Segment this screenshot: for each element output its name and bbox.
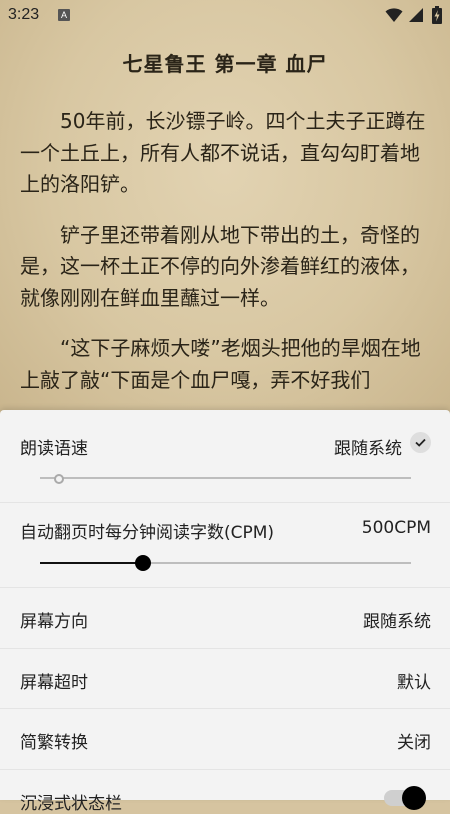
paragraph: “这下子麻烦大喽”老烟头把他的旱烟在地上敲了敲“下面是个血尸嘎，弄不好我们 [20,336,421,392]
auto-page-cpm-setting: 自动翻页时每分钟阅读字数(CPM) 500CPM [0,502,450,588]
immersive-status-toggle-thumb[interactable] [402,786,426,810]
chapter-content: 50年前，长沙镖子岭。四个土夫子正蹲在一个土丘上，所有人都不说话，直勾勾盯着地上… [20,106,436,415]
orientation-label: 屏幕方向 [20,612,88,632]
screen-timeout-setting[interactable]: 屏幕超时 默认 [0,648,450,709]
battery-icon [432,6,442,24]
cpm-slider-thumb[interactable] [135,555,151,571]
auto-page-cpm-value: 500CPM [361,518,431,538]
speech-rate-value[interactable]: 跟随系统 [334,434,402,459]
auto-page-cpm-label: 自动翻页时每分钟阅读字数(CPM) [20,523,275,543]
speech-rate-label: 朗读语速 [20,439,88,459]
chapter-title: 七星鲁王 第一章 血尸 [122,52,328,76]
speech-rate-slider-thumb[interactable] [54,474,64,484]
conversion-setting[interactable]: 简繁转换 关闭 [0,708,450,770]
paragraph: 铲子里还带着刚从地下带出的土，奇怪的是，这一杯土正不停的向外渗着鲜红的液体，就像… [20,222,420,310]
conversion-label: 简繁转换 [20,733,88,753]
status-time: 3:23 [8,6,40,23]
paragraph: 50年前，长沙镖子岭。四个土夫子正蹲在一个土丘上，所有人都不说话，直勾勾盯着地上… [20,109,426,196]
reading-settings-panel: 朗读语速 跟随系统 自动翻页时每分钟阅读字数(CPM) 500CPM 屏幕方向 … [0,410,450,814]
notification-icon: A [58,9,70,21]
orientation-setting[interactable]: 屏幕方向 跟随系统 [0,587,450,649]
reader-page[interactable]: 3:23 A 七星鲁王 第一章 血尸 50年前，长沙镖子岭。四个土夫子正蹲在一个… [0,0,450,420]
immersive-status-label: 沉浸式状态栏 [20,794,122,814]
conversion-value: 关闭 [397,733,431,753]
screen-timeout-value: 默认 [397,673,431,693]
immersive-status-setting[interactable]: 沉浸式状态栏 [0,769,450,814]
orientation-value: 跟随系统 [363,612,431,632]
wifi-icon [385,8,403,22]
follow-system-check-icon[interactable] [410,432,431,453]
speech-rate-slider[interactable] [40,477,411,479]
screen-timeout-label: 屏幕超时 [20,673,88,693]
cpm-slider-fill [40,562,143,564]
speech-rate-setting: 朗读语速 跟随系统 [0,410,450,503]
signal-icon [409,8,423,22]
status-bar: 3:23 A [0,0,450,30]
